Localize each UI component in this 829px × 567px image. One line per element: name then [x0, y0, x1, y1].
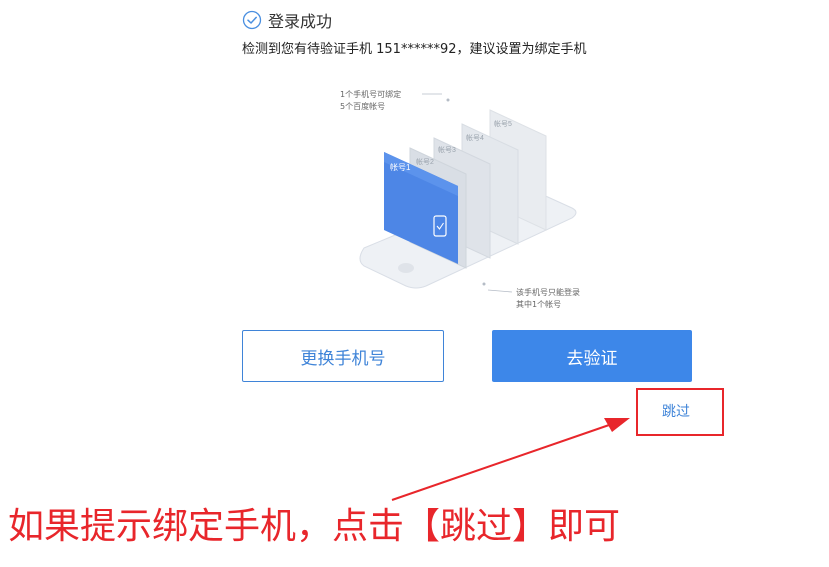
instruction-text: 如果提示绑定手机，点击【跳过】即可 — [8, 506, 621, 547]
pointer-arrow — [391, 418, 630, 501]
